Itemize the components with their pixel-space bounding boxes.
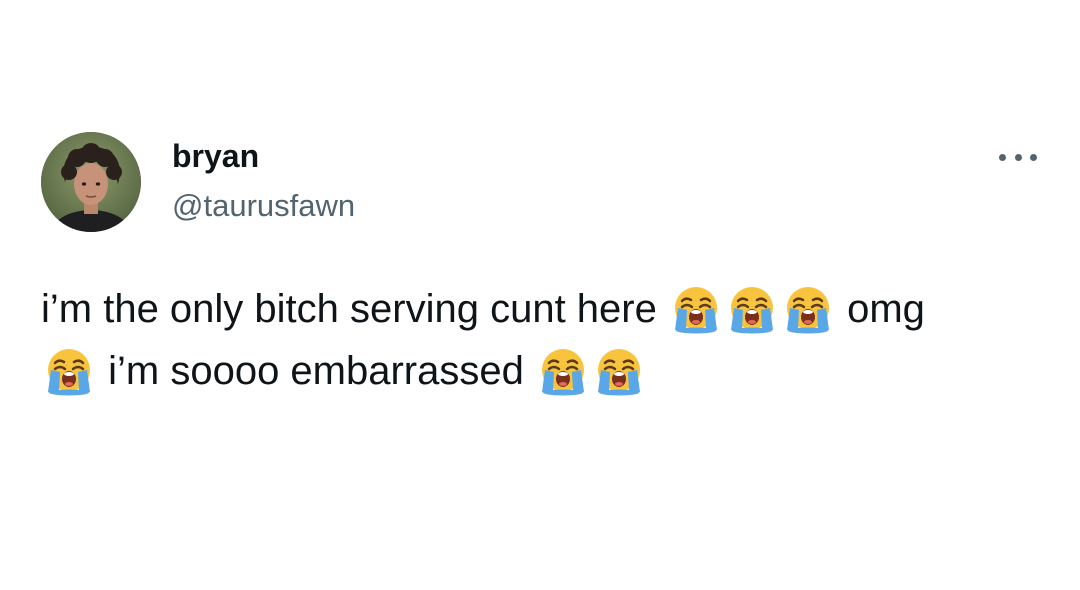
emoji-group: [668, 284, 836, 334]
loudly-crying-face-icon: [727, 284, 777, 334]
more-horizontal-icon-dot: [999, 153, 1006, 161]
emoji-group: [535, 346, 647, 396]
profile-photo-icon: [41, 132, 141, 232]
tweet-card: bryan @taurusfawn i’m the only bitch ser…: [0, 0, 1080, 590]
more-horizontal-icon-dot: [1014, 153, 1022, 161]
tweet-text-line-2: i’m soooo embarrassed: [41, 340, 1041, 402]
emoji-group: [41, 346, 97, 396]
loudly-crying-face-icon: [44, 346, 94, 396]
loudly-crying-face-icon: [594, 346, 644, 396]
tweet-text-segment: i’m the only bitch serving cunt here: [41, 287, 657, 331]
loudly-crying-face-icon: [671, 284, 721, 334]
tweet-text-line-1: i’m the only bitch serving cunt here omg: [41, 278, 1041, 340]
more-options-button[interactable]: [996, 142, 1040, 172]
tweet-text-segment: omg: [847, 287, 925, 331]
author-avatar[interactable]: [41, 132, 141, 232]
tweet-text: i’m the only bitch serving cunt here omg…: [41, 278, 1041, 402]
author-handle[interactable]: @taurusfawn: [172, 186, 355, 226]
tweet-text-segment: i’m soooo embarrassed: [108, 349, 524, 393]
loudly-crying-face-icon: [538, 346, 588, 396]
loudly-crying-face-icon: [783, 284, 833, 334]
more-horizontal-icon-dot: [1030, 153, 1037, 161]
author-display-name[interactable]: bryan: [172, 136, 259, 176]
